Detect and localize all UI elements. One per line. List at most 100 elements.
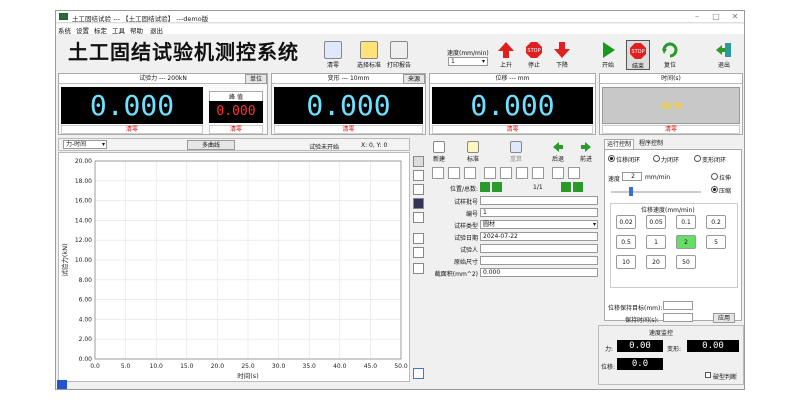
new-file-icon[interactable]: [432, 167, 444, 179]
deform-clear-button[interactable]: 清零: [274, 125, 423, 134]
select-standard-button[interactable]: 选择标准: [355, 40, 383, 70]
mode-disp-radio[interactable]: [608, 155, 615, 162]
menu-exit[interactable]: 退出: [150, 25, 163, 35]
menu-tools[interactable]: 工具: [112, 25, 125, 35]
last-record-icon[interactable]: [573, 182, 583, 192]
prev-record-icon[interactable]: [492, 182, 502, 192]
test-date-input[interactable]: 2024-07-22: [480, 232, 598, 241]
down-button[interactable]: 下降: [550, 40, 574, 70]
compress-radio[interactable]: [711, 186, 718, 193]
close-button[interactable]: ✕: [726, 12, 744, 22]
menu-help[interactable]: 帮助: [130, 25, 143, 35]
zoom-tool-icon[interactable]: [413, 184, 424, 195]
y-tick-label: 18.00: [75, 178, 92, 185]
preset-button[interactable]: 0.1: [676, 215, 696, 229]
reset-button[interactable]: 复位: [658, 40, 682, 70]
grid-tool-icon[interactable]: [413, 156, 424, 167]
open-folder-icon[interactable]: [448, 167, 460, 179]
x-tick-label: 5.0: [121, 363, 131, 370]
standard-button[interactable]: 标准: [462, 140, 484, 164]
x-tick-label: 35.0: [303, 363, 317, 370]
y-axis-label: 试验力(kN): [60, 243, 69, 276]
zero-button[interactable]: 清零: [321, 40, 345, 70]
refresh-tool-icon[interactable]: [413, 368, 424, 379]
speed-select[interactable]: 1 ▾: [448, 57, 488, 66]
source-button[interactable]: 来源: [403, 74, 425, 84]
hold-target-label: 位移保持目标(mm):: [608, 305, 663, 312]
peak-clear-button[interactable]: 清零: [209, 125, 263, 134]
export-tool-icon[interactable]: [413, 263, 424, 274]
play-icon: [603, 42, 615, 58]
x-tick-label: 10.0: [150, 363, 164, 370]
mode-deform-radio[interactable]: [694, 155, 701, 162]
sample-type-select[interactable]: 圆材 ▾: [480, 220, 598, 229]
maximize-button[interactable]: □: [707, 12, 725, 22]
preset-button[interactable]: 0.02: [616, 215, 636, 229]
preset-button[interactable]: 0.2: [706, 215, 726, 229]
first-record-icon[interactable]: [480, 182, 490, 192]
delete-icon[interactable]: [516, 167, 528, 179]
new-sample-button[interactable]: 新建: [429, 140, 449, 164]
save-icon[interactable]: [464, 167, 476, 179]
exit-button[interactable]: 退出: [712, 40, 736, 70]
preset-button[interactable]: 1: [646, 235, 666, 249]
settings-icon[interactable]: [552, 167, 564, 179]
rerun-button[interactable]: 重算: [506, 140, 526, 164]
image-tool-icon[interactable]: [413, 198, 424, 209]
hold-target-input[interactable]: [663, 301, 693, 310]
tension-radio[interactable]: [711, 173, 718, 180]
preset-button[interactable]: 20: [646, 255, 666, 269]
end-button[interactable]: STOP 结束: [626, 40, 650, 70]
edit-icon[interactable]: [484, 167, 496, 179]
undo-tool-icon[interactable]: [413, 170, 424, 181]
menu-calibrate[interactable]: 标定: [94, 25, 107, 35]
tester-input[interactable]: [480, 244, 598, 253]
time-clear-button[interactable]: 清零: [602, 125, 740, 134]
time-panel: 时间(s) 演示版 清零: [599, 73, 743, 135]
sample-id-input[interactable]: 1: [480, 208, 598, 217]
hold-time-input[interactable]: [663, 313, 693, 322]
tab-run-control[interactable]: 运行控制: [604, 139, 634, 149]
force-clear-button[interactable]: 清零: [61, 125, 203, 134]
corner-marker: [57, 380, 67, 389]
fit-tool-icon[interactable]: [413, 247, 424, 258]
y-tick-label: 0.00: [79, 356, 93, 363]
preset-button-selected[interactable]: 2: [676, 235, 696, 249]
pan-tool-icon[interactable]: [413, 233, 424, 244]
copy-tool-icon[interactable]: [413, 212, 424, 223]
apply-button[interactable]: 应用: [713, 313, 735, 323]
mode-label: 位移闭环: [616, 157, 641, 164]
up-button[interactable]: 上升: [494, 40, 518, 70]
preset-button[interactable]: 10: [616, 255, 636, 269]
preset-button[interactable]: 0.5: [616, 235, 636, 249]
preset-button[interactable]: 0.05: [646, 215, 666, 229]
forward-button[interactable]: 前进: [576, 140, 596, 164]
preset-button[interactable]: 5: [706, 235, 726, 249]
menu-system[interactable]: 系统: [58, 25, 71, 35]
next-record-icon[interactable]: [561, 182, 571, 192]
list-icon[interactable]: [568, 167, 580, 179]
original-size-input[interactable]: [480, 256, 598, 265]
curve-mode-select[interactable]: 力-时间 ▾: [63, 140, 107, 149]
menu-settings[interactable]: 设置: [76, 25, 89, 35]
tab-program-control[interactable]: 程序控制: [636, 139, 666, 149]
mode-force-radio[interactable]: [653, 155, 660, 162]
batch-number-input[interactable]: [480, 196, 598, 205]
speed-input[interactable]: 2: [622, 172, 642, 181]
preset-button[interactable]: 50: [676, 255, 696, 269]
disp-clear-button[interactable]: 清零: [432, 125, 593, 134]
print-report-button[interactable]: 打印报告: [385, 40, 413, 70]
back-button[interactable]: 后退: [548, 140, 568, 164]
area-input[interactable]: 0.000: [480, 268, 598, 277]
x-tick-label: 50.0: [394, 363, 408, 370]
unit-button[interactable]: 单位: [245, 74, 267, 84]
multi-curve-button[interactable]: 多曲线: [187, 140, 235, 150]
note-icon[interactable]: [500, 167, 512, 179]
speed-slider-thumb[interactable]: [629, 187, 633, 196]
start-button[interactable]: 开始: [596, 40, 620, 70]
stop-button[interactable]: STOP 停止: [522, 40, 546, 70]
tension-label: 拉伸: [719, 175, 732, 182]
break-checkbox[interactable]: [705, 372, 711, 378]
batch-delete-icon[interactable]: [532, 167, 544, 179]
minimize-button[interactable]: –: [688, 12, 706, 22]
